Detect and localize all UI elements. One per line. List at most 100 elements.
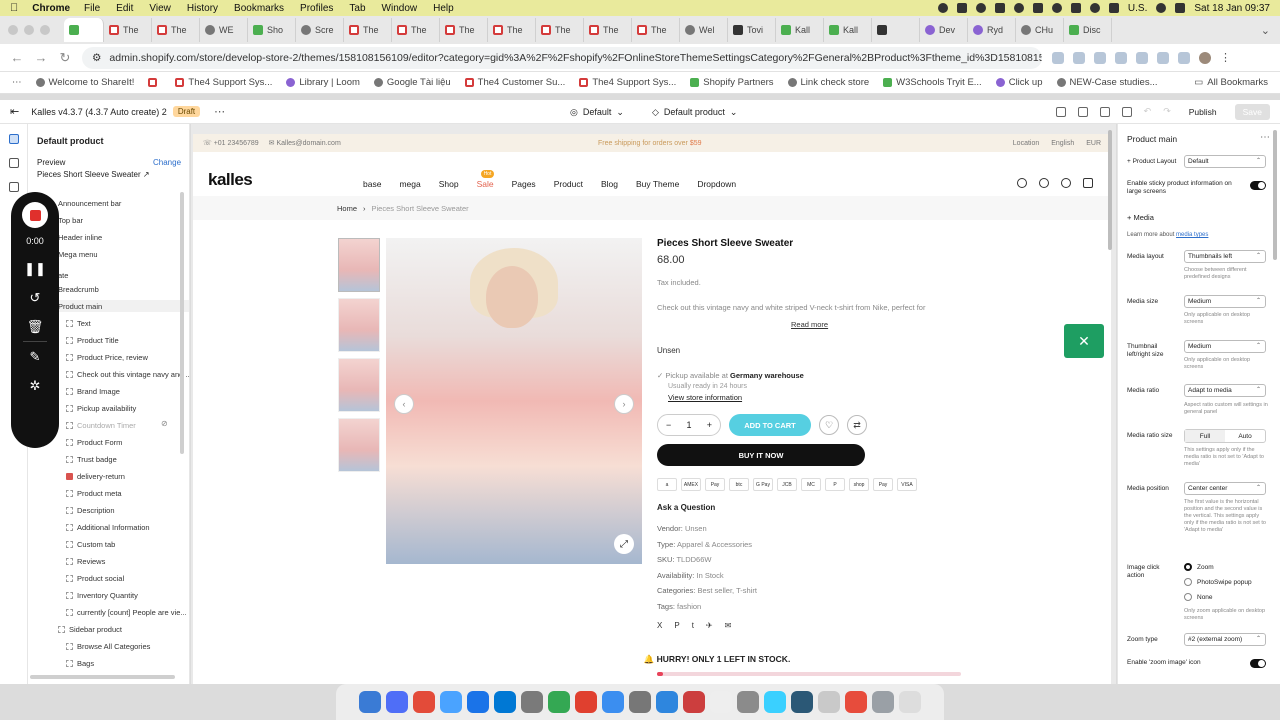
section-tree-item[interactable]: Countdown Timer [66, 419, 136, 431]
desktop-view-icon[interactable] [1077, 106, 1088, 117]
apps-icon[interactable] [8, 182, 19, 192]
section-tree-item[interactable]: Check out this vintage navy and ... [66, 368, 189, 380]
control-center-icon[interactable] [1175, 3, 1186, 13]
media-section-heading[interactable]: + Media [1127, 213, 1154, 222]
stop-recording-button[interactable] [22, 202, 48, 228]
menu-window[interactable]: Window [382, 3, 418, 14]
dock-app-icon[interactable] [656, 691, 678, 713]
section-tree-item[interactable]: Breadcrumb [58, 283, 99, 295]
browser-tab[interactable]: Sho [248, 18, 296, 42]
zoom-icon-toggle[interactable] [1250, 659, 1266, 668]
more-icon[interactable]: ⋯ [1260, 132, 1270, 143]
status-icon[interactable] [1013, 3, 1024, 13]
product-thumbnail[interactable] [338, 358, 380, 412]
compare-icon[interactable]: ⇄ [847, 415, 867, 435]
store-nav-item[interactable]: Pages [512, 179, 536, 189]
flag-icon[interactable] [1108, 3, 1119, 13]
section-tree-item[interactable]: Product Form [66, 436, 122, 448]
menu-file[interactable]: File [84, 3, 100, 14]
dock-app-icon[interactable] [440, 691, 462, 713]
trash-icon[interactable]: 🗑 [27, 320, 44, 333]
section-tree-item[interactable]: Inventory Quantity [66, 589, 138, 601]
reload-icon[interactable]: ↻ [58, 50, 72, 66]
apps-icon[interactable]: ⋯ [12, 77, 22, 88]
tumblr-share-icon[interactable]: t [692, 621, 694, 630]
bookmark-item[interactable]: Link check store [787, 77, 869, 88]
section-tree-item[interactable]: Custom tab [66, 538, 115, 550]
section-tree-item[interactable]: Product Price, review [66, 351, 148, 363]
media-position-select[interactable]: Center center [1184, 482, 1266, 495]
exit-icon[interactable]: ⇤ [10, 105, 19, 118]
x-share-icon[interactable]: X [657, 621, 662, 630]
bookmark-item[interactable]: Library | Loom [286, 77, 360, 88]
bookmark-item[interactable]: Welcome to ShareIt! [35, 77, 134, 88]
ratio-auto-option[interactable]: Auto [1225, 430, 1265, 442]
breadcrumb-home[interactable]: Home [337, 204, 357, 213]
wifi-icon[interactable] [1089, 3, 1100, 13]
product-main-image[interactable]: ‹ › ⤢ [386, 238, 642, 564]
change-preview-link[interactable]: Change [153, 158, 181, 167]
section-tree-item[interactable]: Product social [66, 572, 124, 584]
section-tree-item[interactable]: Trust badge [66, 453, 117, 465]
dock-app-icon[interactable] [413, 691, 435, 713]
browser-tab[interactable]: The [536, 18, 584, 42]
inspector-icon[interactable] [1055, 106, 1066, 117]
close-window-button[interactable] [8, 25, 18, 35]
email-share-icon[interactable]: ✉ [725, 621, 732, 630]
zoom-type-select[interactable]: #2 (external zoom) [1184, 633, 1266, 646]
extension-icon[interactable] [1157, 51, 1169, 64]
fullscreen-icon[interactable] [1121, 106, 1132, 117]
menu-view[interactable]: View [149, 3, 171, 14]
app-name[interactable]: Chrome [32, 3, 70, 14]
extension-icon[interactable] [1115, 51, 1127, 64]
dock-app-icon[interactable] [575, 691, 597, 713]
section-tree-item[interactable]: Brand Image [66, 385, 120, 397]
bookmark-item[interactable]: The4 Support Sys... [175, 77, 272, 88]
store-logo[interactable]: kalles [208, 170, 253, 190]
dock-app-icon[interactable] [683, 691, 705, 713]
cart-icon[interactable] [1083, 178, 1093, 188]
tags-value[interactable]: fashion [677, 602, 701, 611]
view-store-link[interactable]: View store information [668, 393, 967, 402]
search-icon[interactable] [1017, 178, 1027, 188]
browser-tab[interactable]: WE [200, 18, 248, 42]
store-nav-item[interactable]: mega [399, 179, 420, 189]
clock[interactable]: Sat 18 Jan 09:37 [1194, 3, 1270, 14]
undo-icon[interactable]: ↶ [1144, 106, 1152, 117]
extension-icon[interactable] [1073, 51, 1085, 64]
product-thumbnail[interactable] [338, 238, 380, 292]
dock-app-icon[interactable] [467, 691, 489, 713]
apple-icon[interactable]:  [10, 2, 18, 14]
search-icon[interactable] [1156, 3, 1167, 13]
browser-tab[interactable] [872, 18, 920, 42]
battery-icon[interactable] [1070, 3, 1081, 13]
plus-icon[interactable]: + [707, 420, 712, 430]
store-nav-item[interactable]: Buy Theme [636, 179, 679, 189]
menu-help[interactable]: Help [433, 3, 454, 14]
dock-app-icon[interactable] [764, 691, 786, 713]
sections-icon[interactable] [8, 134, 19, 144]
minus-icon[interactable]: − [666, 420, 671, 430]
hidden-eye-icon[interactable]: ⊘ [161, 419, 168, 428]
settings-scrollbar[interactable] [1273, 130, 1277, 260]
telegram-share-icon[interactable]: ✈ [706, 621, 713, 630]
dock-app-icon[interactable] [602, 691, 624, 713]
mobile-view-icon[interactable] [1099, 106, 1110, 117]
browser-tab[interactable] [64, 18, 104, 42]
click-photoswipe-radio[interactable]: PhotoSwipe popup [1184, 578, 1252, 586]
section-tree-item[interactable]: Reviews [66, 555, 105, 567]
language-selector[interactable]: English [1051, 140, 1074, 147]
section-tree-item[interactable]: Sidebar product [58, 623, 122, 635]
prev-image-button[interactable]: ‹ [394, 394, 414, 414]
browser-tab[interactable]: The [344, 18, 392, 42]
product-layout-select[interactable]: Default [1184, 155, 1266, 168]
menu-profiles[interactable]: Profiles [300, 3, 333, 14]
section-tree-item[interactable]: currently [count] People are vie... [66, 606, 187, 618]
floating-tools-widget[interactable]: ✕ [1064, 324, 1104, 358]
bookmark-item[interactable]: Google Tài liệu [373, 77, 451, 88]
page-select[interactable]: ◇ Default product ⌄ [652, 107, 738, 118]
quantity-value[interactable]: 1 [686, 420, 691, 430]
redo-icon[interactable]: ↷ [1163, 106, 1171, 117]
browser-tab[interactable]: Tovi [728, 18, 776, 42]
menu-bookmarks[interactable]: Bookmarks [234, 3, 284, 14]
